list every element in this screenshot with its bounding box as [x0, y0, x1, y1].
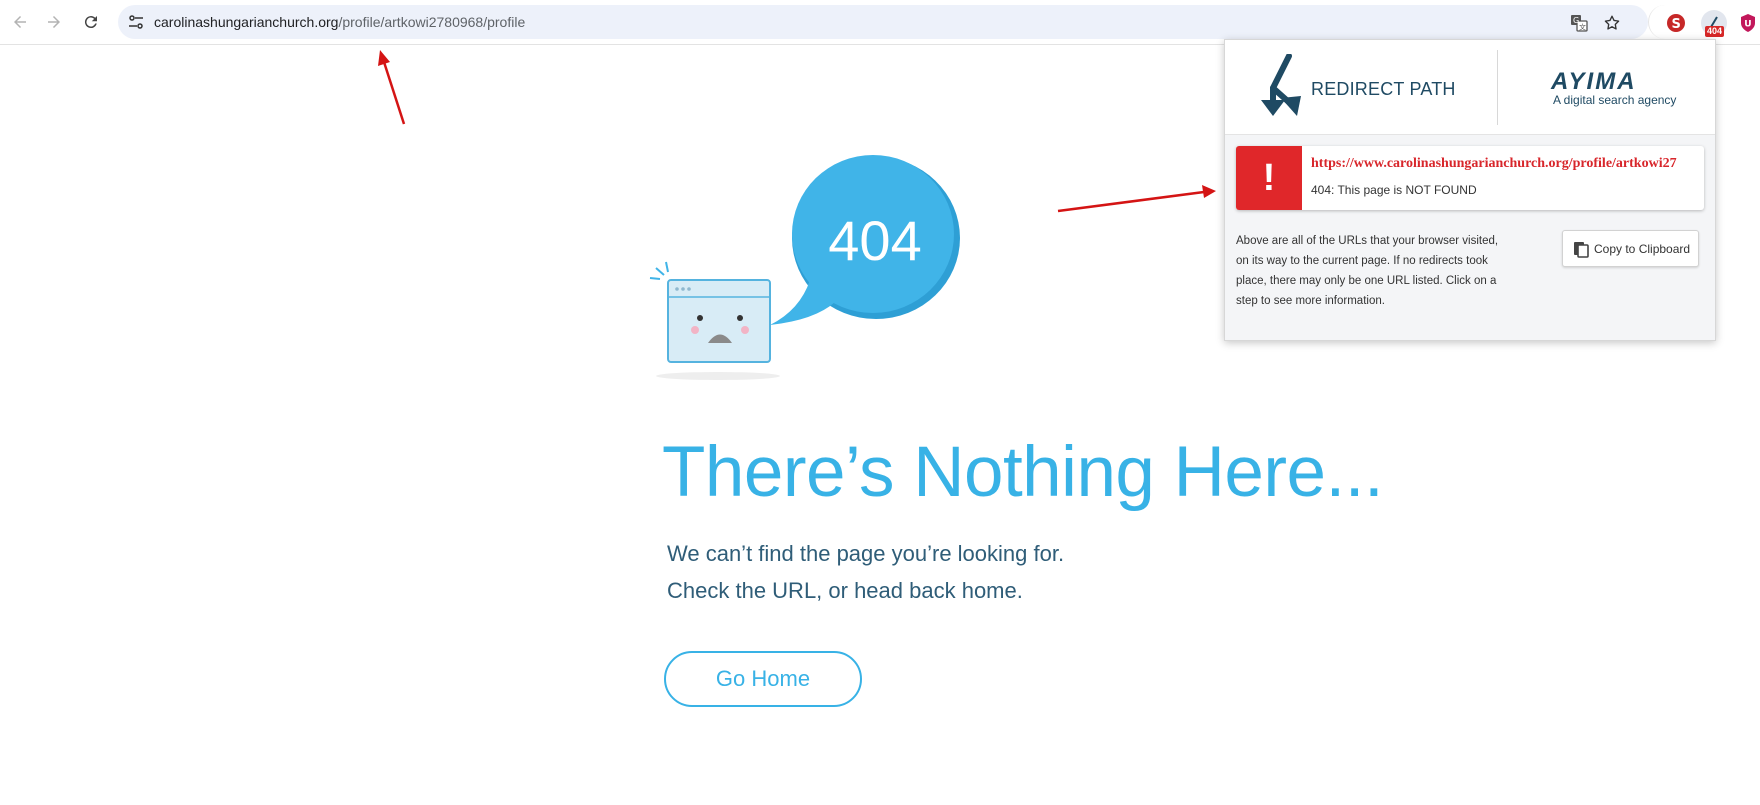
reload-button[interactable] — [78, 9, 104, 35]
tune-icon — [129, 15, 143, 29]
extensions-area: S 404 U — [1648, 5, 1760, 39]
error-icon: ! — [1236, 146, 1302, 210]
reload-icon — [84, 16, 97, 29]
annotation-arrow-url — [378, 50, 406, 125]
address-bar[interactable]: carolinashungarianchurch.org/profile/art… — [118, 5, 1648, 39]
translate-button[interactable]: G 文 — [1569, 13, 1589, 33]
forward-arrow-icon — [48, 16, 60, 28]
site-info-button[interactable] — [126, 12, 146, 32]
redirect-step-entry[interactable]: ! https://www.carolinashungarianchurch.o… — [1236, 146, 1704, 210]
url-text[interactable]: carolinashungarianchurch.org/profile/art… — [154, 14, 525, 30]
brand-title: REDIRECT PATH — [1311, 79, 1456, 99]
info-text: Above are all of the URLs that your brow… — [1236, 235, 1499, 307]
ayima-tagline: A digital search agency — [1553, 93, 1677, 107]
s-logo-icon: S — [1667, 14, 1685, 32]
extension-s-button[interactable]: S — [1663, 10, 1689, 36]
translate-icon: G 文 — [1571, 15, 1588, 32]
back-button[interactable] — [7, 9, 33, 35]
status-badge: 404 — [1705, 26, 1725, 37]
forward-button[interactable] — [41, 9, 67, 35]
shadow-shape — [656, 372, 780, 380]
annotation-arrow-status — [1057, 185, 1216, 213]
redirect-path-extension-button[interactable]: 404 — [1701, 10, 1727, 37]
star-icon — [1604, 15, 1620, 30]
404-illustration: 404 — [649, 155, 960, 380]
popup-header: REDIRECT PATH AYIMA A digital search age… — [1225, 40, 1715, 135]
svg-text:U: U — [1744, 20, 1751, 30]
svg-text:文: 文 — [1579, 23, 1586, 32]
url-host: carolinashungarianchurch.org — [154, 14, 339, 30]
copy-to-clipboard-button[interactable]: Copy to Clipboard — [1562, 230, 1699, 267]
header-divider — [1497, 50, 1498, 125]
speech-bubble: 404 — [770, 155, 960, 325]
subtitle-line-2: Check the URL, or head back home. — [667, 578, 1023, 603]
bookmark-button[interactable] — [1602, 13, 1622, 33]
redirect-path-logo-icon — [1261, 54, 1301, 116]
back-arrow-icon — [14, 16, 26, 28]
go-home-button[interactable]: Go Home — [664, 651, 862, 707]
bubble-404-text: 404 — [828, 209, 921, 272]
shield-icon: U — [1741, 14, 1755, 32]
svg-text:S: S — [1672, 17, 1681, 32]
sad-window-character — [649, 261, 771, 363]
clipboard-icon — [1574, 241, 1589, 258]
redirect-path-popup: REDIRECT PATH AYIMA A digital search age… — [1224, 39, 1716, 341]
ayima-logo[interactable]: AYIMA — [1551, 68, 1637, 96]
copy-button-label: Copy to Clipboard — [1594, 241, 1691, 256]
url-path: /profile/artkowi2780968/profile — [338, 14, 526, 30]
page-title: There’s Nothing Here... — [662, 433, 1384, 512]
entry-status: 404: This page is NOT FOUND — [1311, 183, 1477, 197]
extension-shield-button[interactable]: U — [1735, 10, 1760, 36]
subtitle-line-1: We can’t find the page you’re looking fo… — [667, 541, 1065, 566]
entry-url[interactable]: https://www.carolinashungarianchurch.org… — [1311, 156, 1703, 172]
